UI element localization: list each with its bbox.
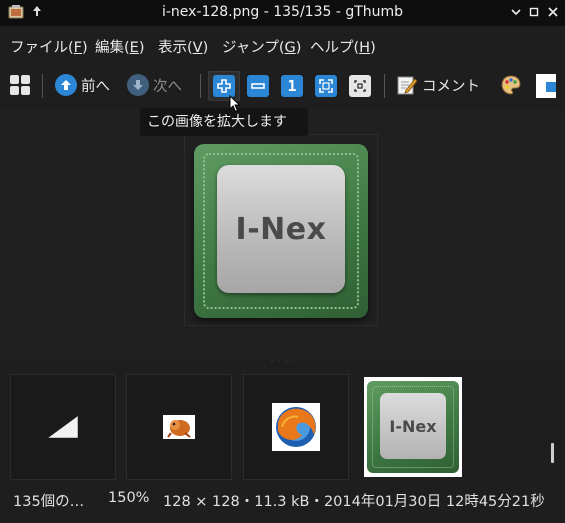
thumbnail-strip: I-Nex [0, 364, 565, 484]
zoom-fit-icon [349, 75, 371, 97]
comment-button[interactable]: コメント [396, 74, 480, 96]
title-bar: i-nex-128.png - 135/135 - gThumb [0, 0, 565, 26]
status-bar: 135個の… 150% 128 × 128・11.3 kB・2014年01月30… [0, 484, 565, 523]
menu-go[interactable]: ジャンプ(G) [222, 36, 301, 57]
sidebar-icon [536, 74, 556, 98]
menu-bar: ファイル(F) 編集(E) 表示(V) ジャンプ(G) ヘルプ(H) [0, 26, 565, 62]
chip-thumbnail: I-Nex [367, 381, 459, 473]
comment-label: コメント [422, 78, 480, 95]
orange-creature-image-icon [163, 415, 195, 439]
close-button[interactable] [546, 5, 560, 19]
zoom-in-icon [213, 75, 235, 97]
browser-mode-button[interactable] [9, 74, 31, 96]
zoom-mode-button[interactable] [349, 75, 371, 97]
thumbnail-text: I-Nex [389, 416, 437, 436]
one-to-one-label: 1 [287, 77, 297, 95]
minimize-button[interactable] [509, 5, 523, 19]
status-zoom: 150% [108, 490, 150, 506]
arrow-down-circle-icon [127, 74, 149, 96]
tooltip: この画像を拡大します [140, 108, 308, 136]
black-white-image-icon [48, 416, 78, 438]
actual-size-button[interactable]: 1 [281, 75, 303, 97]
firefox-logo-icon [272, 403, 320, 451]
thumbnail-item-selected[interactable]: I-Nex [364, 377, 462, 477]
thumbnail-item[interactable] [126, 374, 232, 480]
zoom-out-button[interactable] [247, 75, 269, 97]
image-text: I-Nex [235, 211, 327, 247]
edit-colors-button[interactable] [500, 74, 522, 96]
fit-window-button[interactable] [315, 75, 337, 97]
toolbar-separator [384, 74, 385, 98]
thumbnail-item[interactable] [243, 374, 349, 480]
next-label: 次へ [153, 78, 182, 95]
menu-view[interactable]: 表示(V) [158, 36, 208, 57]
status-image-info: 128 × 128・11.3 kB・2014年01月30日 12時45分21秒 [163, 494, 545, 510]
maximize-button[interactable] [527, 5, 541, 19]
previous-label: 前へ [81, 78, 110, 95]
arrow-up-circle-icon [55, 74, 77, 96]
displayed-image: I-Nex [194, 144, 368, 318]
next-button[interactable]: 次へ [127, 74, 182, 96]
previous-button[interactable]: 前へ [55, 74, 110, 96]
status-count: 135個の… [13, 494, 85, 510]
thumbnail-scrollbar[interactable] [551, 443, 554, 463]
zoom-in-button[interactable] [213, 75, 235, 97]
palette-icon [501, 75, 521, 95]
chip-thumbnail-face: I-Nex [380, 393, 446, 459]
toolbar-separator [42, 74, 43, 98]
one-to-one-icon: 1 [281, 75, 303, 97]
chip-face: I-Nex [217, 165, 345, 293]
grid-icon [10, 75, 30, 95]
menu-help[interactable]: ヘルプ(H) [310, 36, 376, 57]
menu-edit[interactable]: 編集(E) [95, 36, 145, 57]
window-title: i-nex-128.png - 135/135 - gThumb [161, 4, 404, 20]
toolbar-separator [200, 74, 201, 98]
mouse-cursor-icon [229, 95, 241, 113]
sidebar-toggle-button[interactable] [536, 74, 556, 98]
thumbnail-item[interactable] [10, 374, 116, 480]
comment-edit-icon [397, 76, 418, 95]
zoom-out-icon [247, 75, 269, 97]
menu-file[interactable]: ファイル(F) [10, 36, 88, 57]
fit-window-icon [315, 75, 337, 97]
